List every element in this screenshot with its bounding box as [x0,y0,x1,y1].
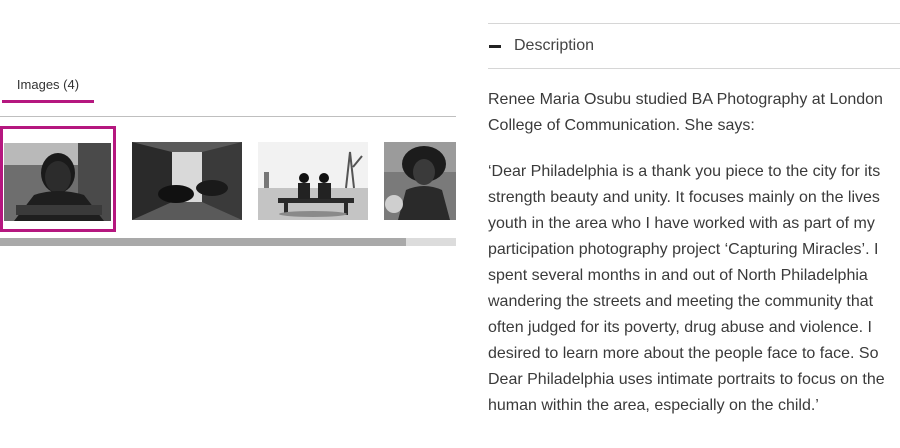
description-panel: Description Renee Maria Osubu studied BA… [488,23,900,448]
thumbnail-3-image [258,142,368,220]
description-paragraph-1: Renee Maria Osubu studied BA Photography… [488,87,900,139]
thumbnail-2-image [132,142,242,220]
description-paragraph-2: ‘Dear Philadelphia is a thank you piece … [488,159,900,419]
thumbnail-strip [0,126,456,236]
text-line: Dear Philadelphia uses intimate portrait… [488,371,885,388]
text-line: ‘Dear Philadelphia is a thank you piece … [488,163,881,180]
description-body: Renee Maria Osubu studied BA Photography… [488,87,900,419]
thumbnail-1-image [4,143,111,221]
tab-images[interactable]: Images (4) [2,76,94,103]
text-line: human within the area, especially on the… [488,397,819,414]
minus-icon [489,44,501,48]
description-toggle[interactable]: Description [488,23,900,69]
text-line: spent several months in and out of North… [488,267,868,284]
thumbnail-scrollbar[interactable] [0,238,456,246]
gallery-tab-bar: Images (4) [0,70,456,117]
text-line: often judged for its poverty, drug abuse… [488,319,872,336]
thumbnail-1-selected[interactable] [0,126,116,232]
thumbnail-4[interactable] [384,142,456,220]
page: Images (4) Description Renee Maria Osubu… [0,0,900,448]
thumbnail-scrollbar-thumb[interactable] [0,238,406,246]
description-heading: Description [514,37,595,54]
text-line: Renee Maria Osubu studied BA Photography… [488,91,883,108]
text-line: College of Communication. She says: [488,117,755,134]
text-line: desired to learn more about the people f… [488,345,879,362]
text-line: strength beauty and unity. It focuses ma… [488,189,880,206]
text-line: youth in the area who I have worked with… [488,215,875,232]
text-line: wandering the streets and meeting the co… [488,293,874,310]
thumbnail-4-image [384,142,456,220]
thumbnail-3[interactable] [258,142,368,220]
thumbnail-2[interactable] [132,142,242,220]
text-line: participation photography project ‘Captu… [488,241,879,258]
